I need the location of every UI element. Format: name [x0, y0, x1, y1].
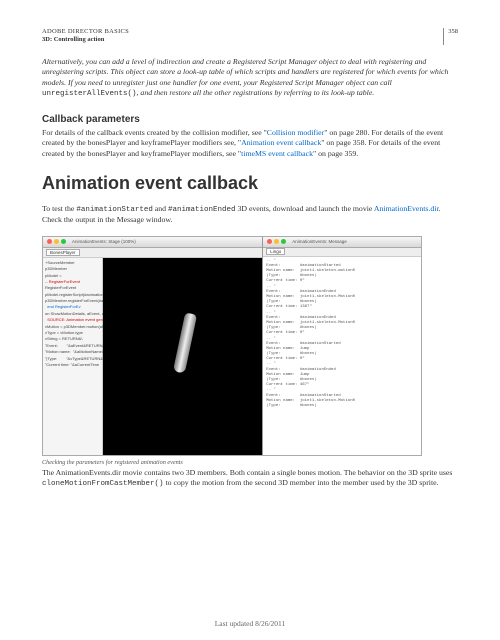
doc-title: ADOBE DIRECTOR BASICS: [42, 28, 129, 36]
cp-t1: For details of the callback events creat…: [42, 128, 267, 137]
link-animation-event-callback[interactable]: Animation event callback: [241, 138, 321, 147]
close-icon[interactable]: [267, 239, 272, 244]
s2-t2: and: [153, 204, 168, 213]
m-l3: -- ": [266, 311, 276, 315]
test-paragraph: To test the #animationStarted and #anima…: [42, 204, 458, 226]
m-e5b: Motion name: Jump: [266, 373, 309, 377]
m-e1d: Current time: 0": [266, 279, 304, 283]
m-e2a: Event: #animationEnded: [266, 290, 336, 294]
m-e5a: Event: #animationEnded: [266, 368, 336, 372]
stage-canvas: [103, 258, 262, 455]
callback-params-heading: Callback parameters: [42, 114, 458, 125]
s3-t2: to copy the motion from the second 3D me…: [164, 478, 439, 487]
link-collision-modifier[interactable]: Collision modifier: [267, 128, 324, 137]
zoom-icon[interactable]: [61, 239, 66, 244]
s3-t1: The AnimationEvents.dir movie contains t…: [42, 468, 452, 477]
zoom-icon[interactable]: [281, 239, 286, 244]
m-e4a: Event: #animationStarted: [266, 342, 340, 346]
m-e3d: Current time: 0": [266, 331, 304, 335]
m-e2b: Motion name: joint1-skeleton-Motion0: [266, 295, 355, 299]
intro-code: unregisterAllEvents(): [42, 90, 137, 98]
msg-title-text: AnimationEvents: Message: [292, 239, 347, 244]
m-l6: -- ": [266, 388, 276, 392]
stage-titlebar: AnimationEvents: Stage (100%): [43, 237, 262, 248]
page-number: 358: [443, 28, 458, 45]
s2-t3: 3D events, download and launch the movie: [236, 204, 374, 213]
page-header: ADOBE DIRECTOR BASICS 3D: Controlling ac…: [42, 28, 458, 45]
lingo-dropdown[interactable]: Lingo: [266, 248, 285, 255]
m-e5c: |Type: #bones|: [266, 378, 316, 382]
footer-updated: Last updated 8/26/2011: [0, 619, 500, 628]
message-window: AnimationEvents: Message Lingo -- " Even…: [262, 237, 421, 455]
closing-paragraph: The AnimationEvents.dir movie contains t…: [42, 468, 458, 490]
m-e3a: Event: #animationEnded: [266, 316, 336, 320]
m-e4d: Current time: 0": [266, 357, 304, 361]
sb-r16: "Current time: "&aCurrentTime: [45, 362, 100, 368]
m-e4c: |Type: #bones|: [266, 352, 316, 356]
callback-params-body: For details of the callback events creat…: [42, 128, 458, 160]
link-timems-event-callback[interactable]: timeMS event callback: [241, 149, 313, 158]
stage-body: +SourceMember p3DMember pModel = -- Regi…: [43, 258, 262, 455]
m-e3c: |Type: #bones|: [266, 326, 316, 330]
m-e1b: Motion name: joint1-skeleton-motion0: [266, 269, 355, 273]
bones-dropdown[interactable]: BonesPlayer: [46, 249, 80, 256]
sb-r14: "Motion name: "&aMotionName&RETURN&\: [45, 349, 100, 355]
stage-toolbar: BonesPlayer: [43, 248, 262, 258]
minimize-icon[interactable]: [54, 239, 59, 244]
m-e6c: |Type: #bones|: [266, 404, 316, 408]
bone-model: [173, 312, 197, 373]
message-output: -- " Event: #animationStarted Motion nam…: [263, 257, 421, 455]
header-left: ADOBE DIRECTOR BASICS 3D: Controlling ac…: [42, 28, 129, 45]
s2-t1: To test the: [42, 204, 76, 213]
code-animationended: #animationEnded: [168, 206, 236, 214]
m-l5: -- ": [266, 362, 276, 366]
link-animationevents-dir[interactable]: AnimationEvents.dir: [374, 204, 439, 213]
m-e3b: Motion name: joint1-skeleton-Motion0: [266, 321, 355, 325]
intro-text-a: Alternatively, you can add a level of in…: [42, 57, 448, 87]
msg-toolbar: Lingo: [263, 248, 421, 257]
intro-text-b: , and then restore all the other registr…: [137, 88, 375, 97]
cp-t4: " on page 359.: [313, 149, 358, 158]
sb-r9: SOURCE: Animation event generated by the…: [45, 317, 100, 323]
m-e4b: Motion name: Jump: [266, 347, 309, 351]
m-l2: -- ": [266, 285, 276, 289]
m-e1c: |Type: #bones|: [266, 274, 316, 278]
stage-window: AnimationEvents: Stage (100%) BonesPlaye…: [43, 237, 262, 455]
doc-subtitle: 3D: Controlling action: [42, 36, 129, 44]
msg-titlebar: AnimationEvents: Message: [263, 237, 421, 248]
m-e2c: |Type: #bones|: [266, 300, 316, 304]
stage-title-text: AnimationEvents: Stage (100%): [72, 239, 136, 244]
minimize-icon[interactable]: [274, 239, 279, 244]
script-sidebar: +SourceMember p3DMember pModel = -- Regi…: [43, 258, 103, 455]
intro-paragraph: Alternatively, you can add a level of in…: [42, 57, 458, 100]
m-e5d: Current time: 467": [266, 383, 309, 387]
screenshot-figure: AnimationEvents: Stage (100%) BonesPlaye…: [42, 236, 458, 466]
m-e6b: Motion name: joint1-skeleton-Motion0: [266, 399, 355, 403]
director-screenshot: AnimationEvents: Stage (100%) BonesPlaye…: [42, 236, 422, 456]
m-e6a: Event: #animationStarted: [266, 394, 340, 398]
close-icon[interactable]: [47, 239, 52, 244]
code-clonemotion: cloneMotionFromCastMember(): [42, 480, 164, 488]
m-e2d: Current time: 1367": [266, 305, 312, 309]
code-animationstarted: #animationStarted: [76, 206, 153, 214]
m-l4: -- ": [266, 337, 276, 341]
m-e1a: Event: #animationStarted: [266, 264, 340, 268]
animation-event-callback-heading: Animation event callback: [42, 173, 458, 194]
figure-caption: Checking the parameters for registered a…: [42, 459, 458, 466]
m-l1: -- ": [266, 259, 276, 263]
